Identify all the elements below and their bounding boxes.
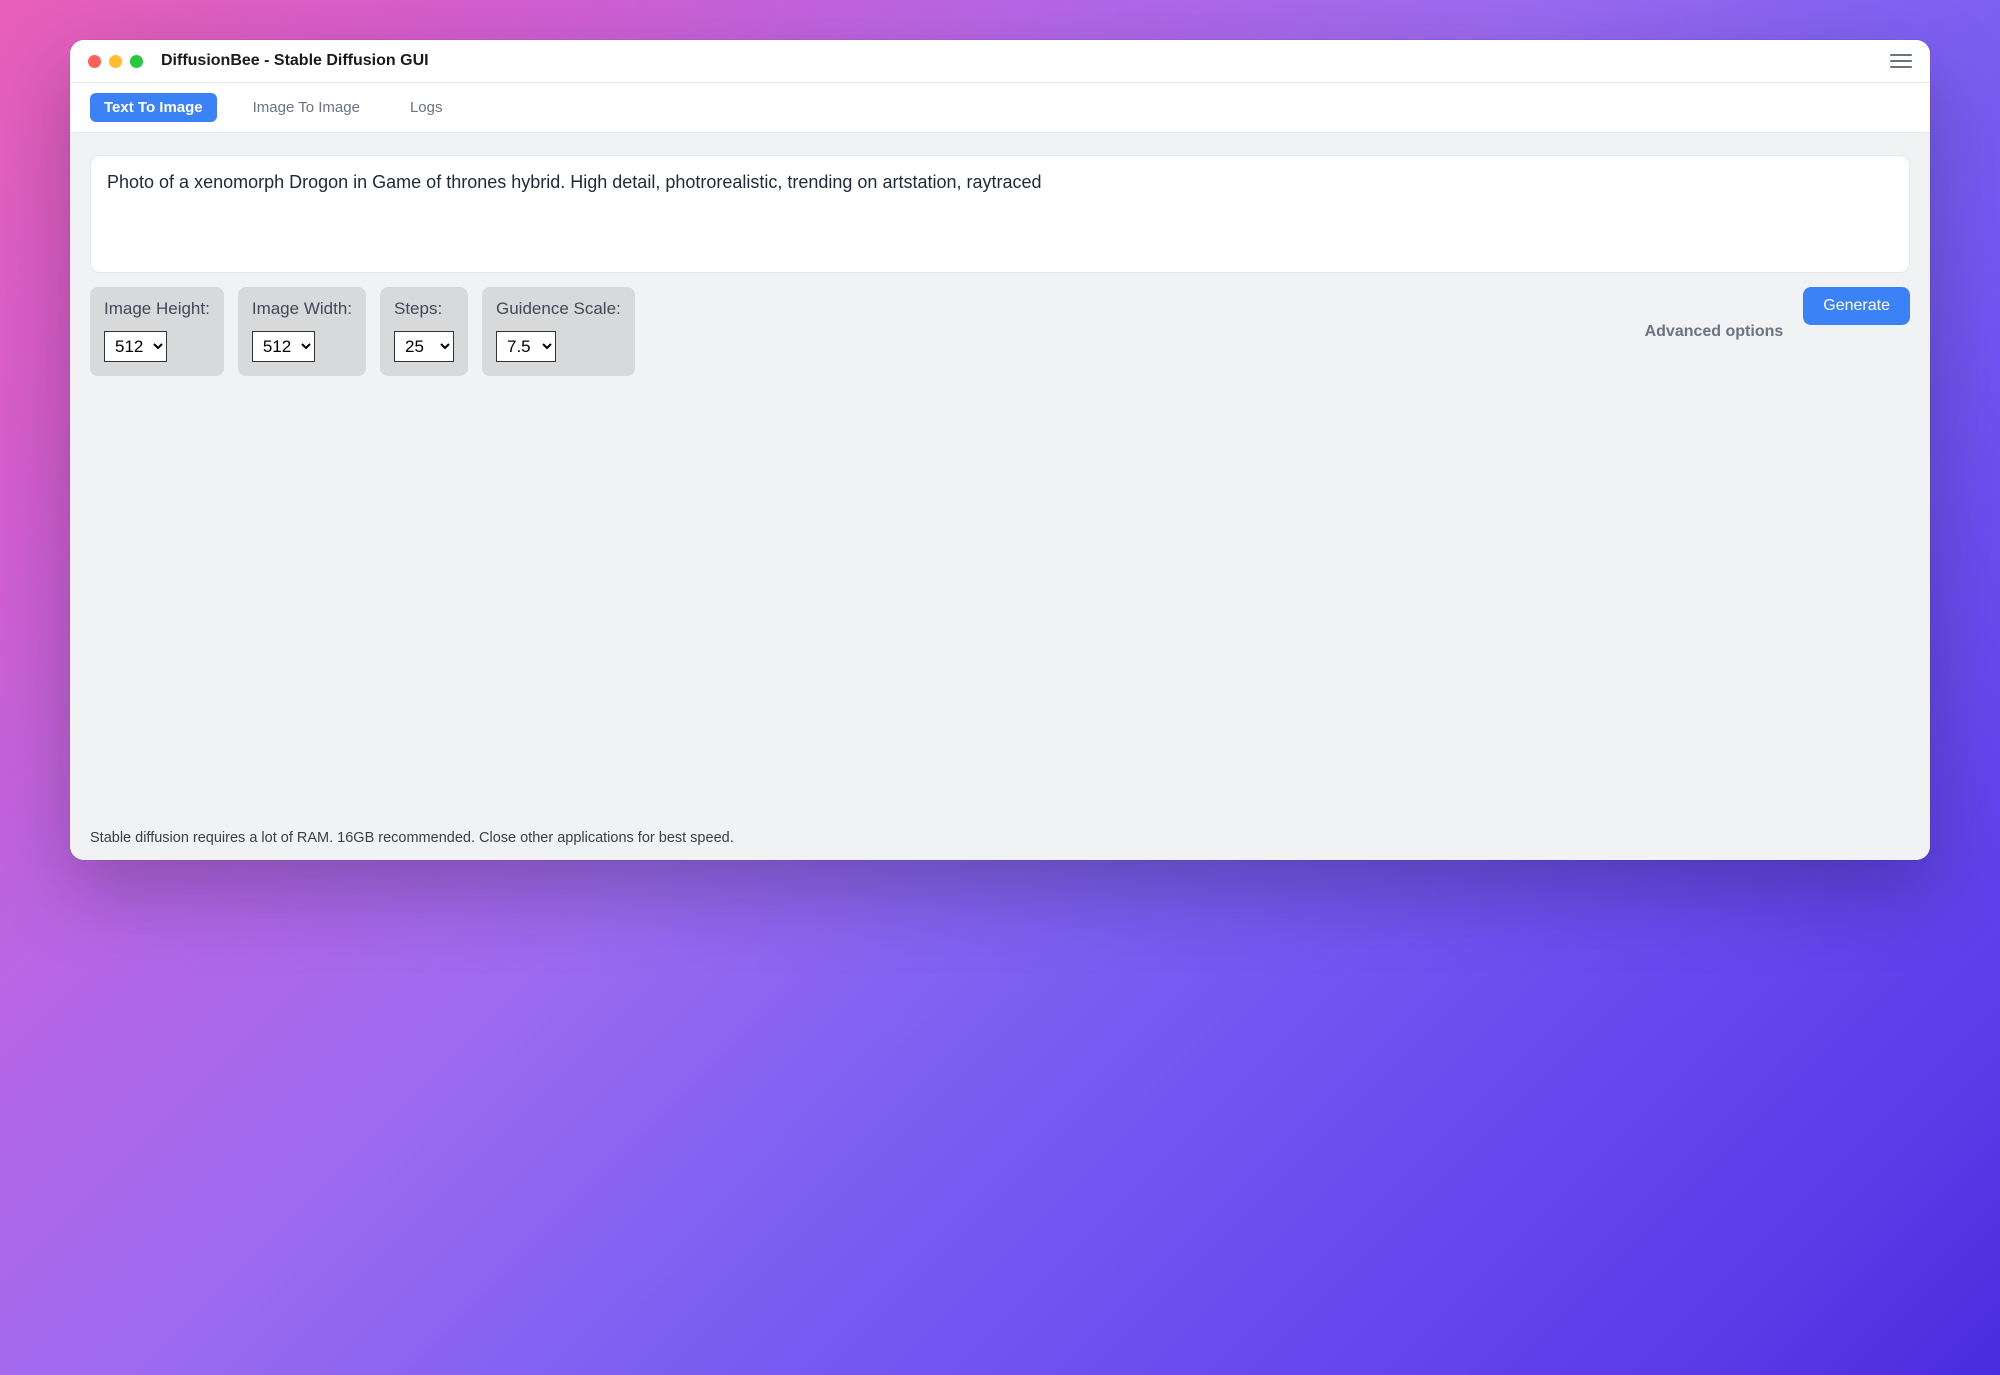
tab-image-to-image[interactable]: Image To Image: [239, 93, 374, 122]
advanced-options-link[interactable]: Advanced options: [1645, 323, 1784, 341]
option-image-height: Image Height: 512: [90, 287, 224, 376]
minimize-window-button[interactable]: [109, 55, 122, 68]
generate-button[interactable]: Generate: [1803, 287, 1910, 325]
traffic-lights: [88, 55, 143, 68]
image-height-select[interactable]: 512: [104, 331, 167, 362]
steps-select[interactable]: 25: [394, 331, 454, 362]
controls-row: Image Height: 512 Image Width: 512 Steps…: [90, 287, 1910, 376]
steps-label: Steps:: [394, 299, 454, 319]
option-image-width: Image Width: 512: [238, 287, 366, 376]
fullscreen-window-button[interactable]: [130, 55, 143, 68]
tab-text-to-image[interactable]: Text To Image: [90, 93, 217, 122]
prompt-input[interactable]: [90, 155, 1910, 273]
menu-icon[interactable]: [1890, 52, 1912, 70]
guidance-scale-select[interactable]: 7.5: [496, 331, 556, 362]
tab-bar: Text To Image Image To Image Logs: [70, 83, 1930, 133]
app-window: DiffusionBee - Stable Diffusion GUI Text…: [70, 40, 1930, 860]
tab-logs[interactable]: Logs: [396, 93, 457, 122]
close-window-button[interactable]: [88, 55, 101, 68]
image-width-select[interactable]: 512: [252, 331, 315, 362]
option-guidance-scale: Guidence Scale: 7.5: [482, 287, 635, 376]
guidance-scale-label: Guidence Scale:: [496, 299, 621, 319]
option-steps: Steps: 25: [380, 287, 468, 376]
footer-note: Stable diffusion requires a lot of RAM. …: [90, 820, 1910, 846]
titlebar: DiffusionBee - Stable Diffusion GUI: [70, 40, 1930, 83]
main-content: Image Height: 512 Image Width: 512 Steps…: [70, 133, 1930, 860]
image-width-label: Image Width:: [252, 299, 352, 319]
image-height-label: Image Height:: [104, 299, 210, 319]
window-title: DiffusionBee - Stable Diffusion GUI: [161, 52, 1890, 70]
